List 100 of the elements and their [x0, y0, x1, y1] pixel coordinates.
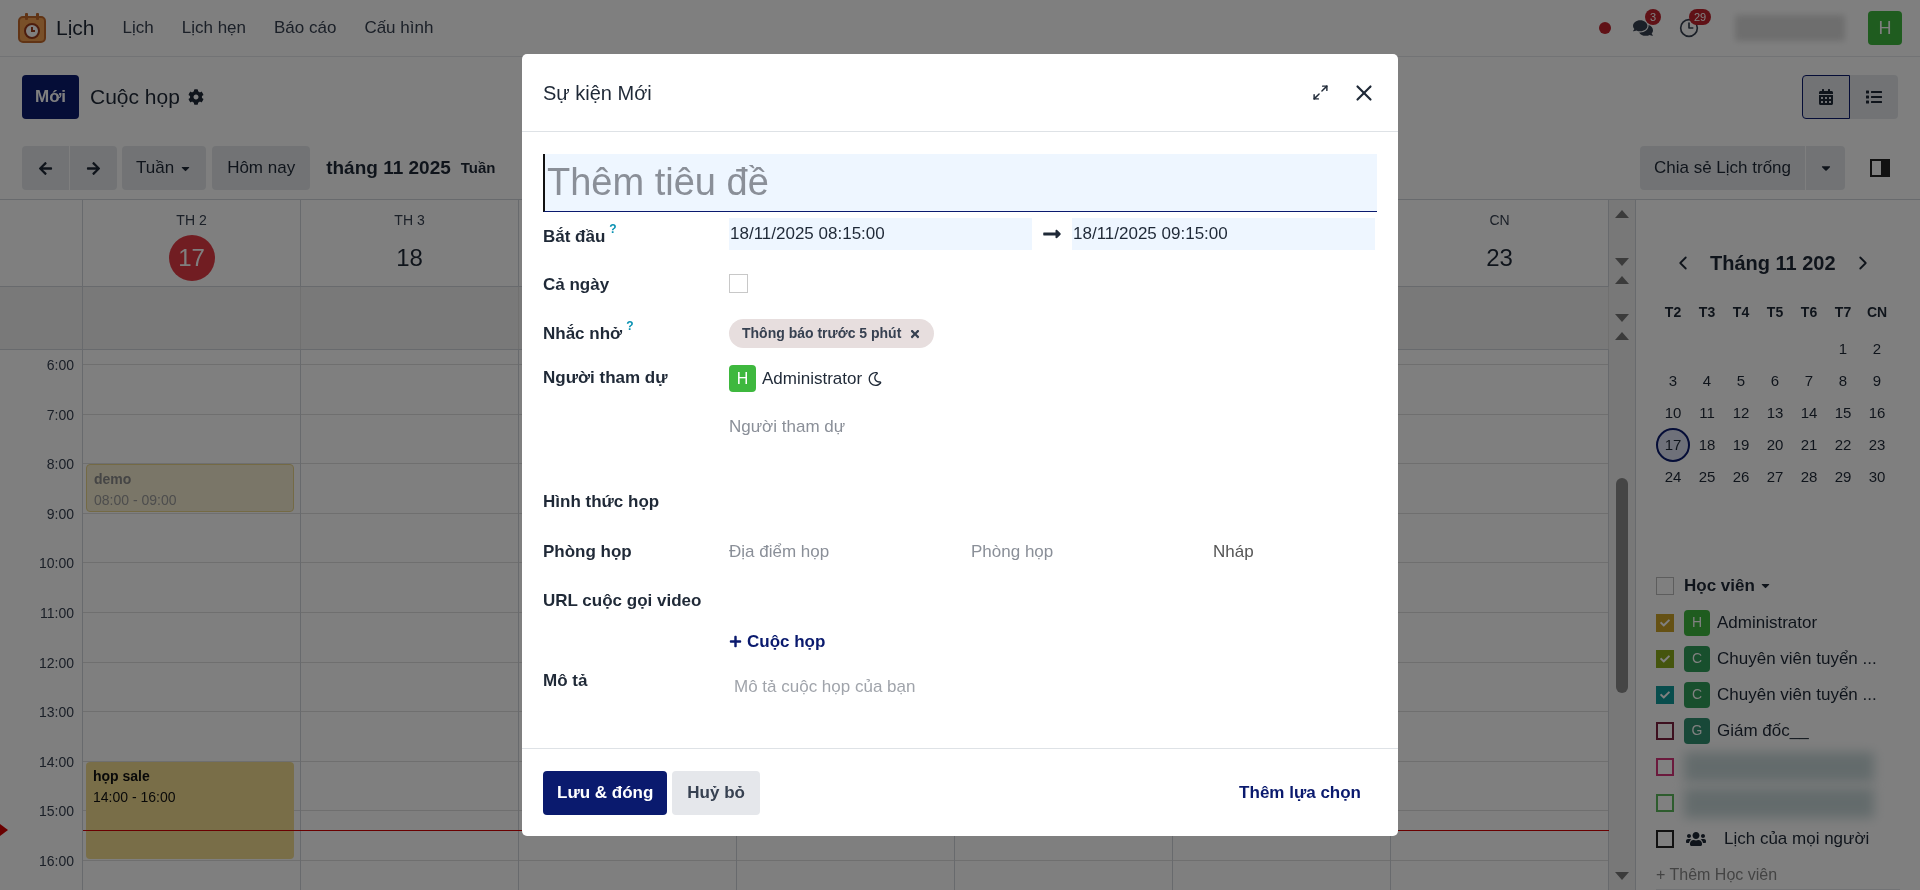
calendar-day[interactable]: 28: [1792, 465, 1826, 489]
current-time-marker-icon: [0, 824, 8, 837]
calendar-day[interactable]: 9: [1860, 369, 1894, 393]
filter-name[interactable]: Chuyên viên tuyển ...: [1717, 645, 1877, 672]
title-input-field[interactable]: Thêm tiêu đề: [543, 154, 1377, 212]
start-date-field[interactable]: 18/11/2025 08:15:00: [729, 218, 1032, 250]
cancel-button[interactable]: Huỷ bỏ: [672, 770, 760, 815]
checkbox[interactable]: [1656, 757, 1674, 776]
filter-name[interactable]: Lịch của mọi người: [1724, 825, 1870, 852]
checkbox[interactable]: [1656, 576, 1674, 595]
day-number[interactable]: 18: [386, 235, 433, 281]
calendar-day[interactable]: 27: [1758, 465, 1792, 489]
remove-icon[interactable]: [909, 327, 922, 340]
settings-icon[interactable]: [187, 89, 204, 105]
calendar-day[interactable]: 24: [1656, 465, 1690, 489]
add-meeting-link[interactable]: Cuộc họp: [729, 628, 826, 654]
menu-item[interactable]: Lịch: [122, 15, 154, 41]
menu-item[interactable]: Cấu hình: [364, 15, 434, 41]
scroll-down-icon[interactable]: [1615, 872, 1629, 880]
calendar-day[interactable]: 22: [1826, 433, 1860, 457]
calendar-day[interactable]: 14: [1792, 401, 1826, 425]
attendee-name[interactable]: Administrator: [762, 365, 863, 392]
calendar-day[interactable]: 26: [1724, 465, 1758, 489]
next-button[interactable]: [70, 146, 117, 190]
calendar-day[interactable]: 8: [1826, 369, 1860, 393]
menu-item[interactable]: Lịch hẹn: [181, 15, 246, 41]
location-input-field[interactable]: Địa điểm họp: [729, 539, 971, 565]
scale-dropdown[interactable]: Tuần: [122, 146, 207, 190]
hour-label: 11:00: [40, 604, 74, 623]
calendar-day[interactable]: 15: [1826, 401, 1860, 425]
day-number[interactable]: 23: [1476, 235, 1523, 281]
checkbox[interactable]: [1656, 793, 1674, 812]
share-availability-button[interactable]: Chia sẻ Lịch trống: [1639, 146, 1805, 190]
scroll-up-icon[interactable]: [1615, 276, 1629, 284]
previous-button[interactable]: [22, 146, 69, 190]
checkbox[interactable]: [1656, 829, 1674, 848]
list-view-button[interactable]: [1850, 75, 1898, 119]
filter-group-title[interactable]: Học viên: [1684, 573, 1755, 599]
attendee-input-field[interactable]: Người tham dự: [729, 414, 1229, 440]
expand-icon[interactable]: [1312, 84, 1329, 101]
calendar-day[interactable]: 10: [1656, 401, 1690, 425]
scrollbar[interactable]: [1609, 200, 1635, 890]
calendar-event[interactable]: họp sale 14:00 - 16:00: [86, 761, 294, 859]
calendar-day[interactable]: 17: [1656, 428, 1690, 462]
week-label: Tuần: [460, 157, 496, 178]
calendar-day[interactable]: 2: [1860, 337, 1894, 361]
check-icon: [1660, 689, 1670, 700]
reminder-tag[interactable]: Thông báo trước 5 phút: [729, 319, 935, 348]
calendar-day[interactable]: 3: [1656, 369, 1690, 393]
more-options-button[interactable]: Thêm lựa chọn: [1239, 779, 1361, 806]
calendar-day[interactable]: 19: [1724, 433, 1758, 457]
menu-item[interactable]: Báo cáo: [274, 15, 337, 41]
checkbox[interactable]: [1656, 613, 1674, 632]
calendar-day[interactable]: 7: [1792, 369, 1826, 393]
checkbox[interactable]: [1656, 649, 1674, 668]
calendar-day[interactable]: 25: [1690, 465, 1724, 489]
today-button[interactable]: Hôm nay: [212, 146, 311, 190]
scroll-down-icon[interactable]: [1615, 314, 1629, 322]
calendar-day[interactable]: 23: [1860, 433, 1894, 457]
description-input-field[interactable]: Mô tả cuộc họp của bạn: [734, 674, 1234, 700]
calendar-day[interactable]: 20: [1758, 433, 1792, 457]
day-number[interactable]: 17: [168, 235, 215, 281]
location-input-field[interactable]: Phòng họp: [971, 539, 1213, 565]
calendar-logo-icon[interactable]: [18, 13, 46, 43]
calendar-day[interactable]: 18: [1690, 433, 1724, 457]
notification-badge: 3: [1645, 9, 1662, 25]
check-icon: [1660, 617, 1670, 628]
new-button[interactable]: Mới: [22, 75, 79, 119]
checkbox[interactable]: [1656, 685, 1674, 704]
calendar-day[interactable]: 4: [1690, 369, 1724, 393]
calendar-day[interactable]: 13: [1758, 401, 1792, 425]
scroll-up-icon[interactable]: [1615, 210, 1629, 218]
help-tooltip-icon[interactable]: ?: [609, 222, 617, 236]
hour-label: 12:00: [38, 653, 74, 673]
add-attendee-link[interactable]: + Thêm Học viên: [1656, 862, 1900, 890]
scroll-down-icon[interactable]: [1615, 258, 1629, 266]
filter-name[interactable]: Administrator: [1717, 609, 1818, 636]
filter-name[interactable]: Giám đốc__: [1717, 717, 1809, 744]
checkbox[interactable]: [1656, 721, 1674, 740]
calendar-day[interactable]: 16: [1860, 401, 1894, 425]
end-date-field[interactable]: 18/11/2025 09:15:00: [1072, 218, 1375, 250]
sidebar-toggle-icon[interactable]: [1870, 159, 1890, 177]
hour-label: 9:00: [46, 504, 74, 524]
filter-name[interactable]: Chuyên viên tuyển ...: [1717, 681, 1877, 708]
calendar-day[interactable]: 29: [1826, 465, 1860, 489]
scrollbar-thumb[interactable]: [1616, 478, 1628, 693]
calendar-day[interactable]: 6: [1758, 369, 1792, 393]
app-name[interactable]: Lịch: [56, 12, 95, 44]
calendar-day[interactable]: 21: [1792, 433, 1826, 457]
scroll-up-icon[interactable]: [1615, 332, 1629, 340]
help-tooltip-icon[interactable]: ?: [626, 319, 634, 333]
save-button[interactable]: Lưu & đóng: [543, 770, 668, 815]
calendar-day[interactable]: 12: [1724, 401, 1758, 425]
field-label: URL cuộc gọi video: [543, 590, 702, 612]
moon-icon: [868, 371, 883, 386]
calendar-day[interactable]: 1: [1826, 337, 1860, 361]
calendar-day[interactable]: 5: [1724, 369, 1758, 393]
calendar-day[interactable]: 11: [1690, 401, 1724, 425]
calendar-view-button[interactable]: [1802, 75, 1850, 119]
calendar-day[interactable]: 30: [1860, 465, 1894, 489]
